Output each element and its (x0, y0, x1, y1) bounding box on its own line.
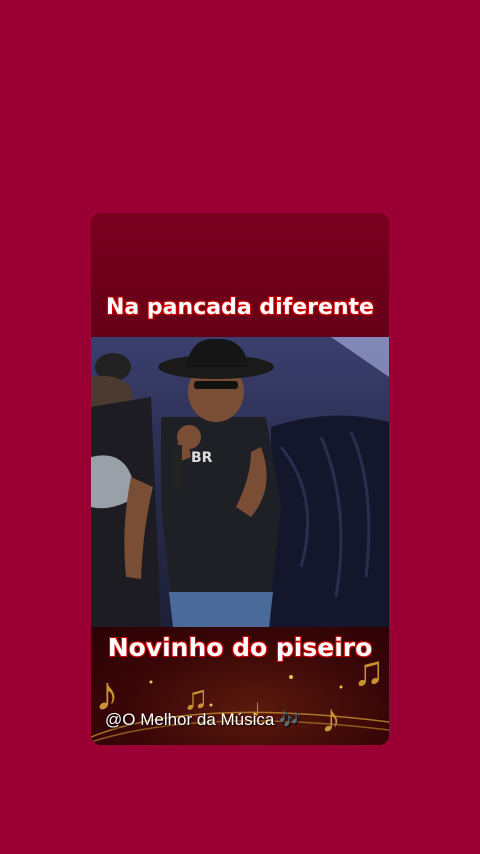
bottom-band: Novinho do piseiro ♪ ♫ ♩ ♪ ♫ @O Melhor d… (91, 627, 389, 745)
svg-text:BR: BR (191, 450, 213, 466)
video-frame[interactable]: BR (91, 337, 389, 627)
story-card: Na pancada diferente BR Novinho do pisei… (91, 213, 389, 745)
account-watermark: @O Melhor da Música 🎶 (105, 710, 301, 729)
top-caption: Na pancada diferente (106, 295, 374, 320)
performer-illustration: BR (91, 337, 389, 627)
title-band: Na pancada diferente (91, 213, 389, 337)
